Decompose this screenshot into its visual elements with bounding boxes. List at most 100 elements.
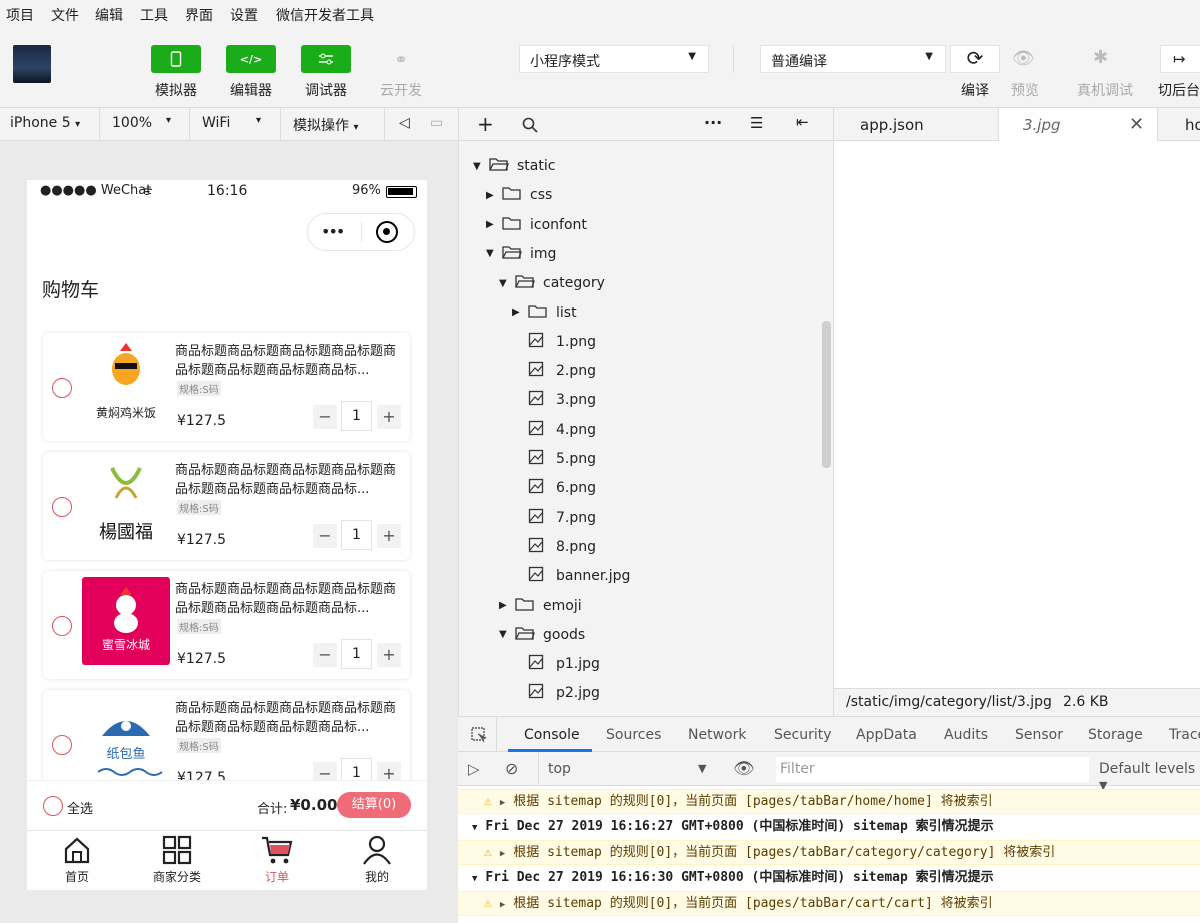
- tree-file[interactable]: 6.png: [512, 474, 596, 502]
- item-checkbox[interactable]: [52, 616, 72, 636]
- sidebar-panel-icon[interactable]: ▷: [468, 760, 480, 778]
- item-checkbox[interactable]: [52, 378, 72, 398]
- caret-right-icon[interactable]: ▶: [499, 600, 515, 611]
- device-select[interactable]: iPhone 5 ▾: [10, 115, 80, 131]
- tree-file[interactable]: 1.png: [512, 328, 596, 356]
- more-icon[interactable]: •••: [321, 222, 345, 241]
- product-image[interactable]: 黄焖鸡米饭: [82, 339, 170, 427]
- compile-mode-select[interactable]: 普通编译 ▼: [760, 45, 946, 73]
- close-icon[interactable]: ✕: [1129, 114, 1144, 135]
- mode-select[interactable]: 小程序模式 ▼: [519, 45, 709, 73]
- tree-folder[interactable]: ▼ category: [499, 269, 605, 297]
- more-icon[interactable]: ···: [704, 113, 722, 132]
- tree-folder[interactable]: ▶ list: [512, 299, 577, 327]
- tab-security[interactable]: Security: [774, 727, 832, 743]
- caret-down-icon[interactable]: ▼: [473, 161, 489, 172]
- menu-edit[interactable]: 编辑: [95, 5, 123, 25]
- tab-appdata[interactable]: AppData: [856, 727, 917, 743]
- tree-file[interactable]: banner.jpg: [512, 562, 630, 590]
- tab-me[interactable]: 我的: [327, 835, 427, 885]
- console-warning[interactable]: ⚠ ▶ 根据 sitemap 的规则[0]，当前页面 [pages/tabBar/c…: [458, 840, 1200, 865]
- eye-icon[interactable]: 👁: [1012, 48, 1035, 69]
- inspect-icon[interactable]: [471, 727, 487, 743]
- tab-home[interactable]: ho: [1185, 116, 1200, 134]
- select-all-checkbox[interactable]: [43, 796, 63, 816]
- menu-project[interactable]: 项目: [6, 5, 34, 25]
- avatar[interactable]: [13, 45, 51, 83]
- tab-sensor[interactable]: Sensor: [1015, 727, 1063, 743]
- menu-tools[interactable]: 工具: [140, 5, 168, 25]
- tree-folder[interactable]: ▼ img: [486, 240, 556, 268]
- simulate-select[interactable]: 模拟操作 ▾: [293, 115, 358, 135]
- quantity-field[interactable]: 1: [341, 639, 372, 669]
- plus-button[interactable]: +: [377, 524, 401, 548]
- tab-storage[interactable]: Storage: [1088, 727, 1143, 743]
- capsule-menu[interactable]: •••: [307, 213, 415, 251]
- tree-file[interactable]: 2.png: [512, 357, 596, 385]
- plus-button[interactable]: +: [377, 405, 401, 429]
- select-all-label[interactable]: 全选: [67, 798, 93, 817]
- search-icon[interactable]: [522, 117, 538, 133]
- tab-network[interactable]: Network: [688, 727, 746, 743]
- network-select[interactable]: WiFi ▾: [202, 115, 261, 131]
- editor-button[interactable]: </>: [226, 45, 276, 73]
- menu-view[interactable]: 界面: [185, 5, 213, 25]
- tree-folder[interactable]: ▼ static: [473, 152, 555, 180]
- minus-button[interactable]: −: [313, 405, 337, 429]
- clear-icon[interactable]: ⊘: [505, 759, 518, 778]
- menu-devtools[interactable]: 微信开发者工具: [276, 5, 374, 25]
- plus-button[interactable]: +: [377, 643, 401, 667]
- caret-down-icon[interactable]: ▼: [499, 278, 515, 289]
- tab-orders[interactable]: 订单: [227, 835, 327, 885]
- background-button[interactable]: ↦: [1160, 45, 1200, 73]
- console-message[interactable]: ▼ Fri Dec 27 2019 16:16:27 GMT+0800 (中国标准…: [458, 815, 1200, 840]
- console-warning[interactable]: ⚠ ▶ 根据 sitemap 的规则[0]，当前页面 [pages/tabBar/h…: [458, 789, 1200, 814]
- checkout-button[interactable]: 结算(0): [337, 792, 411, 818]
- tree-file[interactable]: 7.png: [512, 504, 596, 532]
- product-image[interactable]: 楊國福: [82, 458, 170, 546]
- tree-file[interactable]: 3.png: [512, 386, 596, 414]
- add-icon[interactable]: +: [477, 112, 494, 136]
- tree-file[interactable]: 4.png: [512, 416, 596, 444]
- console-message[interactable]: ▼ Fri Dec 27 2019 16:16:30 GMT+0800 (中国标准…: [458, 866, 1200, 891]
- caret-down-icon[interactable]: ▼: [499, 629, 515, 640]
- menu-file[interactable]: 文件: [51, 5, 79, 25]
- quantity-field[interactable]: 1: [341, 520, 372, 550]
- caret-right-icon[interactable]: ▶: [486, 190, 502, 201]
- tab-home[interactable]: 首页: [27, 835, 127, 885]
- caret-right-icon[interactable]: ▶: [486, 219, 502, 230]
- filter-input[interactable]: Filter: [776, 757, 1089, 782]
- tab-console[interactable]: Console: [524, 727, 580, 743]
- sidebar-toggle-icon[interactable]: ⇤: [796, 113, 809, 131]
- minus-button[interactable]: −: [313, 643, 337, 667]
- product-image[interactable]: 蜜雪冰城: [82, 577, 170, 665]
- debugger-button[interactable]: [301, 45, 351, 73]
- cart-item[interactable]: 蜜雪冰城 商品标题商品标题商品标题商品标题商品标题商品标题商品标题商品标... …: [43, 571, 410, 679]
- eye-icon[interactable]: 👁: [733, 759, 755, 779]
- tree-file[interactable]: 8.png: [512, 533, 596, 561]
- quantity-field[interactable]: 1: [341, 401, 372, 431]
- tab-3-jpg[interactable]: 3.jpg ✕: [998, 108, 1158, 141]
- cloud-button[interactable]: ⚭: [376, 45, 426, 73]
- tree-file[interactable]: 5.png: [512, 445, 596, 473]
- menu-settings[interactable]: 设置: [230, 5, 258, 25]
- tree-folder[interactable]: ▶ emoji: [499, 592, 582, 620]
- caret-down-icon[interactable]: ▼: [486, 248, 502, 259]
- simulator-button[interactable]: [151, 45, 201, 73]
- caret-right-icon[interactable]: ▶: [512, 307, 528, 318]
- item-checkbox[interactable]: [52, 497, 72, 517]
- collapse-icon[interactable]: ☰: [750, 114, 763, 132]
- tab-audits[interactable]: Audits: [944, 727, 988, 743]
- zoom-select[interactable]: 100% ▾: [112, 115, 171, 131]
- scrollbar[interactable]: [822, 321, 831, 468]
- tab-category[interactable]: 商家分类: [127, 835, 227, 885]
- product-image[interactable]: 纸包鱼: [82, 696, 170, 784]
- tree-folder[interactable]: ▼ goods: [499, 621, 585, 649]
- tree-folder[interactable]: ▶ css: [486, 181, 552, 209]
- minus-button[interactable]: −: [313, 524, 337, 548]
- tree-file[interactable]: p2.jpg: [512, 679, 600, 707]
- cart-item[interactable]: 楊國福 商品标题商品标题商品标题商品标题商品标题商品标题商品标题商品标... 规…: [43, 452, 410, 560]
- context-select[interactable]: top: [548, 761, 571, 777]
- bug-icon[interactable]: ✱: [1093, 47, 1108, 68]
- console-warning[interactable]: ⚠ ▶ 根据 sitemap 的规则[0]，当前页面 [pages/tabBar/c…: [458, 891, 1200, 916]
